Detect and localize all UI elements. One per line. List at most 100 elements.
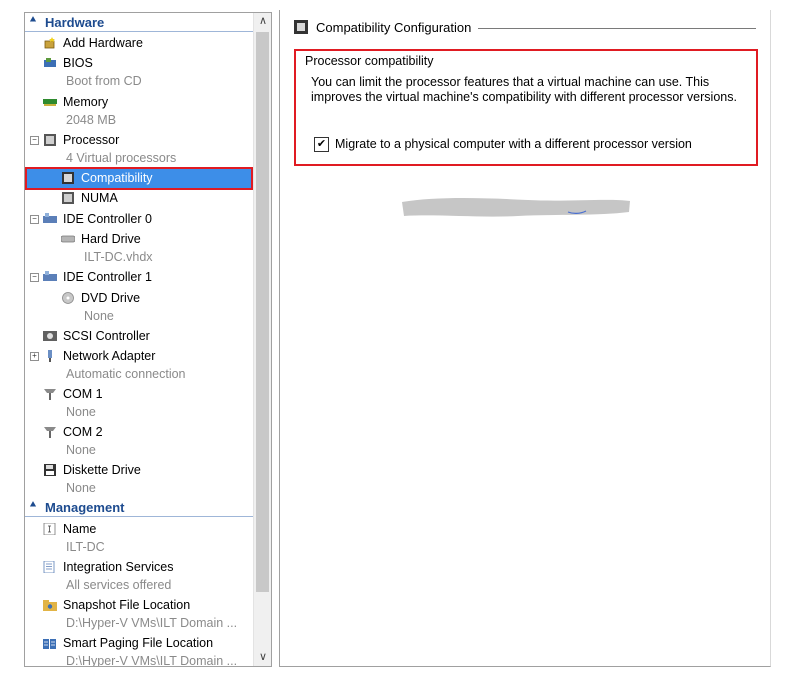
tree-item-label: NUMA <box>81 191 118 205</box>
redaction-scribble <box>402 198 630 217</box>
tree-item-diskette-drive[interactable]: Diskette Drive <box>25 461 254 479</box>
tree-item-label: BIOS <box>63 56 93 70</box>
tree-item-network-adapter[interactable]: + Network Adapter <box>25 347 254 365</box>
tree-item-label: Hard Drive <box>81 232 141 246</box>
tree-item-bios[interactable]: BIOS <box>25 54 254 72</box>
settings-tree: ⯅ Hardware Add Hardware BIOS Boot from C… <box>24 12 272 667</box>
processor-chip-icon <box>62 192 74 204</box>
migrate-checkbox[interactable]: ✔ <box>314 137 329 152</box>
tree-item-add-hardware[interactable]: Add Hardware <box>25 34 254 52</box>
tree-item-detail: D:\Hyper-V VMs\ILT Domain ... <box>66 616 238 630</box>
tree-item-detail: 2048 MB <box>66 113 117 127</box>
tree-item-hard-drive[interactable]: Hard Drive <box>25 230 254 248</box>
tree-item-label: Compatibility <box>81 171 153 185</box>
tree-item-label: Integration Services <box>63 560 174 574</box>
tree-subitem-com2: None <box>25 441 254 459</box>
tree-item-label: SCSI Controller <box>63 329 150 343</box>
processor-chip-icon <box>62 172 74 184</box>
tree-subitem-processor: 4 Virtual processors <box>25 149 254 167</box>
hard-drive-icon <box>61 235 75 243</box>
processor-chip-icon <box>44 134 56 146</box>
collapse-chevron-icon[interactable]: ⯅ <box>29 500 37 511</box>
tree-item-label: Snapshot File Location <box>63 598 191 612</box>
tree-item-integration-services[interactable]: Integration Services <box>25 558 254 576</box>
tree-scrollbar[interactable]: ∧ ∨ <box>253 13 271 666</box>
title-divider <box>478 28 756 29</box>
ide-controller-icon <box>43 213 57 223</box>
processor-chip-icon <box>294 20 308 34</box>
tree-subitem-bios: Boot from CD <box>25 72 254 90</box>
tree-item-detail: None <box>84 309 114 323</box>
tree-subitem-hard-drive: ILT-DC.vhdx <box>25 248 254 266</box>
tree-item-label: Add Hardware <box>63 36 143 50</box>
processor-compatibility-group: Processor compatibility You can limit th… <box>294 49 758 166</box>
tree-item-ide-controller-0[interactable]: − IDE Controller 0 <box>25 210 254 228</box>
tree-item-label: Diskette Drive <box>63 463 141 477</box>
tree-item-label: IDE Controller 0 <box>63 212 152 226</box>
expand-plus-icon[interactable]: + <box>30 352 39 361</box>
scsi-controller-icon <box>43 331 57 341</box>
management-section-header[interactable]: ⯅ Management <box>25 499 254 517</box>
tree-item-com2[interactable]: COM 2 <box>25 423 254 441</box>
scroll-up-arrow-icon[interactable]: ∧ <box>254 13 271 30</box>
hardware-section-header[interactable]: ⯅ Hardware <box>25 14 254 32</box>
tree-item-ide-controller-1[interactable]: − IDE Controller 1 <box>25 268 254 286</box>
com-port-icon <box>44 427 56 438</box>
tree-item-detail: Boot from CD <box>66 74 142 88</box>
tree-subitem-memory: 2048 MB <box>25 111 254 129</box>
memory-icon <box>43 99 57 106</box>
tree-list: ⯅ Hardware Add Hardware BIOS Boot from C… <box>25 13 254 666</box>
tree-subitem-dvd-drive: None <box>25 307 254 325</box>
integration-services-icon <box>43 561 55 573</box>
scrollbar-thumb[interactable] <box>256 32 269 592</box>
collapse-chevron-icon[interactable]: ⯅ <box>29 15 37 26</box>
tree-item-numa[interactable]: NUMA <box>25 189 254 207</box>
add-hardware-icon <box>44 37 55 49</box>
management-section-label: Management <box>45 500 125 515</box>
panel-title: Compatibility Configuration <box>316 20 472 35</box>
tree-item-label: Smart Paging File Location <box>63 636 214 650</box>
tree-item-com1[interactable]: COM 1 <box>25 385 254 403</box>
tree-subitem-network-adapter: Automatic connection <box>25 365 254 383</box>
tree-subitem-integration-services: All services offered <box>25 576 254 594</box>
collapse-minus-icon[interactable]: − <box>30 215 39 224</box>
tree-item-name[interactable]: Name <box>25 520 254 538</box>
tree-subitem-snapshot-location: D:\Hyper-V VMs\ILT Domain ... <box>25 614 254 632</box>
tree-item-detail: Automatic connection <box>66 367 186 381</box>
com-port-icon <box>44 389 56 400</box>
tree-item-label: Memory <box>63 95 109 109</box>
dvd-disc-icon <box>62 292 74 304</box>
tree-item-detail: None <box>66 405 96 419</box>
smart-paging-icon <box>43 639 56 649</box>
tree-item-dvd-drive[interactable]: DVD Drive <box>25 289 254 307</box>
tree-item-detail: ILT-DC.vhdx <box>84 250 153 264</box>
tree-item-label: Network Adapter <box>63 349 156 363</box>
tree-item-label: Name <box>63 522 97 536</box>
bios-chip-icon <box>44 58 56 67</box>
collapse-minus-icon[interactable]: − <box>30 136 39 145</box>
scroll-down-arrow-icon[interactable]: ∨ <box>254 649 271 666</box>
collapse-minus-icon[interactable]: − <box>30 273 39 282</box>
ide-controller-icon <box>43 271 57 281</box>
tree-subitem-name: ILT-DC <box>25 538 254 556</box>
tree-item-processor[interactable]: − Processor <box>25 131 254 149</box>
tree-item-memory[interactable]: Memory <box>25 93 254 111</box>
hardware-section-label: Hardware <box>45 15 105 30</box>
tree-item-smart-paging-location[interactable]: Smart Paging File Location <box>25 634 254 652</box>
network-adapter-icon <box>48 350 52 362</box>
name-field-icon <box>43 523 56 535</box>
tree-item-label: DVD Drive <box>81 291 141 305</box>
migrate-checkbox-label[interactable]: Migrate to a physical computer with a di… <box>335 137 692 151</box>
tree-subitem-smart-paging-location: D:\Hyper-V VMs\ILT Domain ... <box>25 652 254 666</box>
tree-item-label: COM 2 <box>63 425 103 439</box>
tree-item-detail: All services offered <box>66 578 172 592</box>
tree-item-snapshot-location[interactable]: Snapshot File Location <box>25 596 254 614</box>
section-divider <box>25 31 254 32</box>
group-title: Processor compatibility <box>305 54 434 68</box>
tree-item-compatibility[interactable]: Compatibility <box>25 169 254 187</box>
tree-item-label: Processor <box>63 133 120 147</box>
tree-item-detail: 4 Virtual processors <box>66 151 177 165</box>
tree-item-scsi-controller[interactable]: SCSI Controller <box>25 327 254 345</box>
tree-item-detail: None <box>66 481 96 495</box>
tree-subitem-diskette-drive: None <box>25 479 254 497</box>
